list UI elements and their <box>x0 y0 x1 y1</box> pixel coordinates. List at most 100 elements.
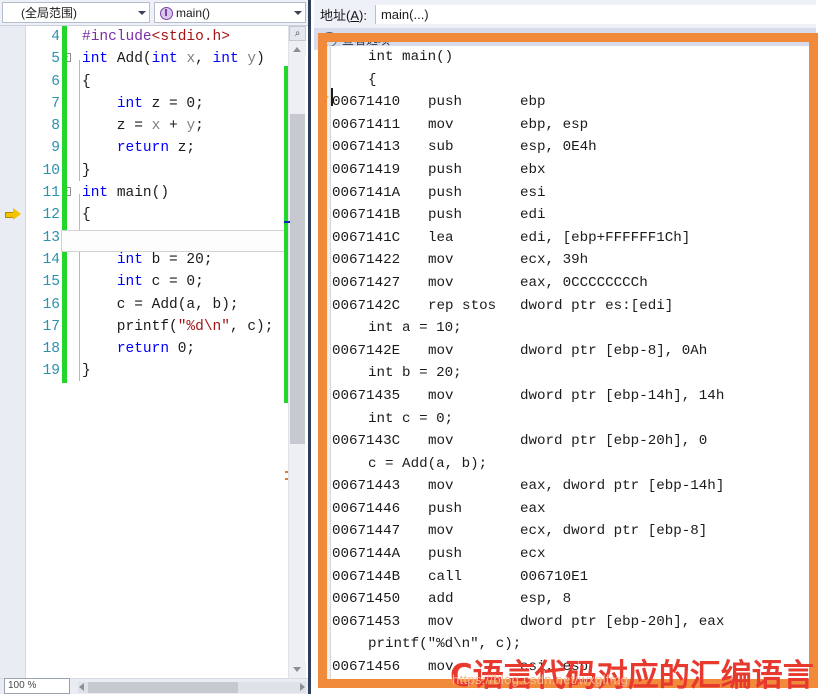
triangle-right-icon[interactable] <box>300 683 305 691</box>
code-text: } <box>82 363 91 380</box>
disassembly-instruction-row[interactable]: 00671435 mov dword ptr [ebp-14h], 14h <box>332 385 811 408</box>
code-text: int c = 0; <box>116 274 204 291</box>
instruction-address: 00671410 <box>332 94 401 111</box>
code-line[interactable]: 15 int c = 0; <box>26 271 308 293</box>
source-horizontal-scrollbar[interactable]: 100 % <box>0 678 308 694</box>
zoom-level-control[interactable]: 100 % <box>4 678 70 694</box>
code-line[interactable]: 16 c = Add(a, b); <box>26 294 308 316</box>
instruction-mnemonic: push <box>428 500 463 517</box>
code-line[interactable]: 5-int Add(int x, int y) <box>26 48 308 70</box>
execution-arrow-icon <box>320 92 330 103</box>
disassembly-instruction-row[interactable]: 0067144B call 006710E1 <box>332 566 811 589</box>
disassembly-instruction-row[interactable]: 0067141B push edi <box>332 204 811 227</box>
change-bar <box>62 26 67 383</box>
disassembly-instruction-row[interactable]: 0067142E mov dword ptr [ebp-8], 0Ah <box>332 340 811 363</box>
address-input[interactable]: main(...) <box>374 4 819 24</box>
disassembly-instruction-row[interactable]: 0067141A push esi <box>332 182 811 205</box>
disassembly-instruction-row[interactable]: 00671446 push eax <box>332 498 811 521</box>
line-number: 6 <box>51 73 60 90</box>
line-number: 16 <box>42 296 60 313</box>
code-line[interactable]: 10} <box>26 160 308 182</box>
code-line[interactable]: 13 int a = 10; <box>26 227 308 249</box>
address-label: 地址(A): <box>320 5 367 24</box>
function-dropdown[interactable]: main() <box>154 2 306 23</box>
instruction-address: 0067143C <box>332 433 401 450</box>
instruction-mnemonic: mov <box>428 116 454 133</box>
code-text: printf("%d\n", c); <box>82 318 274 335</box>
instruction-mnemonic: mov <box>428 523 454 540</box>
instruction-address: 00671443 <box>332 478 401 495</box>
disassembly-source-line[interactable]: int main() <box>332 46 811 69</box>
disassembly-instruction-row[interactable]: 0067143C mov dword ptr [ebp-20h], 0 <box>332 430 811 453</box>
instruction-operands: eax, 0CCCCCCCCh <box>520 274 648 291</box>
disassembly-instruction-row[interactable]: 0067142C rep stos dword ptr es:[edi] <box>332 295 811 318</box>
scroll-up-button[interactable] <box>289 42 306 56</box>
disassembly-instruction-row[interactable]: 00671422 mov ecx, 39h <box>332 249 811 272</box>
triangle-down-icon <box>293 667 301 672</box>
instruction-address: 00671413 <box>332 139 401 156</box>
scope-dropdown[interactable]: (全局范围) <box>2 2 150 23</box>
line-number: 14 <box>42 251 60 268</box>
code-text: c = Add(a, b); <box>82 296 239 313</box>
triangle-up-icon <box>293 47 301 52</box>
disassembly-instruction-row[interactable]: 00671410 push ebp <box>332 91 811 114</box>
instruction-address: 0067142C <box>332 297 401 314</box>
disassembly-source-line[interactable]: int b = 20; <box>332 362 811 385</box>
disassembly-instruction-row[interactable]: 00671443 mov eax, dword ptr [ebp-14h] <box>332 475 811 498</box>
disassembly-instruction-row[interactable]: 00671450 add esp, 8 <box>332 588 811 611</box>
disassembly-instruction-row[interactable]: 0067144A push ecx <box>332 543 811 566</box>
hscroll-track[interactable] <box>78 682 306 693</box>
code-line[interactable]: 18 return 0; <box>26 338 308 360</box>
disassembly-instruction-row[interactable]: 00671447 mov ecx, dword ptr [ebp-8] <box>332 520 811 543</box>
instruction-mnemonic: push <box>428 207 463 224</box>
instruction-mnemonic: mov <box>428 274 454 291</box>
triangle-left-icon[interactable] <box>79 683 84 691</box>
line-number: 4 <box>51 29 60 45</box>
source-text: int a = 10; <box>368 320 462 337</box>
disassembly-source-line[interactable]: int c = 0; <box>332 408 811 431</box>
disassembly-source-line[interactable]: int a = 10; <box>332 317 811 340</box>
scroll-down-button[interactable] <box>289 662 306 678</box>
source-code-lines[interactable]: 4 #include<stdio.h> 5-int Add(int x, int y… <box>26 26 308 678</box>
disassembly-source-line[interactable]: c = Add(a, b); <box>332 453 811 476</box>
code-line[interactable]: 12 { <box>26 204 308 226</box>
code-line[interactable]: 14 int b = 20; <box>26 249 308 271</box>
code-line[interactable]: 19} <box>26 360 308 382</box>
address-label-suffix: ): <box>359 7 367 23</box>
code-line[interactable]: 7 int z = 0; <box>26 93 308 115</box>
disassembly-gutter[interactable] <box>320 46 331 680</box>
code-line[interactable]: 9 return z; <box>26 137 308 159</box>
code-line[interactable]: 6{ <box>26 71 308 93</box>
disassembly-lines[interactable]: int main() {00671410 push ebp 00671411 mov ebp… <box>332 46 811 680</box>
code-text: } <box>82 162 91 179</box>
instruction-mnemonic: mov <box>428 387 454 404</box>
instruction-address: 0067141A <box>332 184 401 201</box>
code-text: #include<stdio.h> <box>82 29 230 45</box>
disassembly-source-line[interactable]: { <box>332 69 811 92</box>
code-line[interactable]: 8 z = x + y; <box>26 115 308 137</box>
split-view-button[interactable]: ⌕ <box>289 26 306 41</box>
disassembly-instruction-row[interactable]: 00671411 mov ebp, esp <box>332 114 811 137</box>
code-line[interactable]: 4 #include<stdio.h> <box>26 26 308 48</box>
line-number: 17 <box>42 318 60 335</box>
code-line[interactable]: 11-int main() <box>26 182 308 204</box>
disassembly-instruction-row[interactable]: 00671413 sub esp, 0E4h <box>332 136 811 159</box>
instruction-mnemonic: call <box>428 568 463 585</box>
code-line[interactable]: 17 printf("%d\n", c); <box>26 316 308 338</box>
disassembly-instruction-row[interactable]: 00671427 mov eax, 0CCCCCCCCh <box>332 272 811 295</box>
disassembly-instruction-row[interactable]: 00671453 mov dword ptr [ebp-20h], eax <box>332 611 811 634</box>
instruction-operands: dword ptr [ebp-8], 0Ah <box>520 342 708 359</box>
scroll-thumb[interactable] <box>290 114 305 444</box>
chevron-down-icon <box>294 10 302 15</box>
hscroll-thumb[interactable] <box>88 682 238 693</box>
source-vertical-scrollbar[interactable]: ⌕ <box>284 26 306 678</box>
line-number: 13 <box>42 229 60 246</box>
disassembly-instruction-row[interactable]: 0067141C lea edi, [ebp+FFFFFF1Ch] <box>332 227 811 250</box>
address-label-accesskey: A <box>350 7 360 23</box>
instruction-operands: eax <box>520 500 546 517</box>
code-text: int Add(int x, int y) <box>82 51 265 68</box>
source-text: int c = 0; <box>368 410 454 427</box>
disassembly-instruction-row[interactable]: 00671419 push ebx <box>332 159 811 182</box>
disassembly-pane: 地址(A): main(...) 查看选项 int main() {0067141… <box>314 0 821 694</box>
breakpoint-gutter[interactable] <box>0 26 26 678</box>
